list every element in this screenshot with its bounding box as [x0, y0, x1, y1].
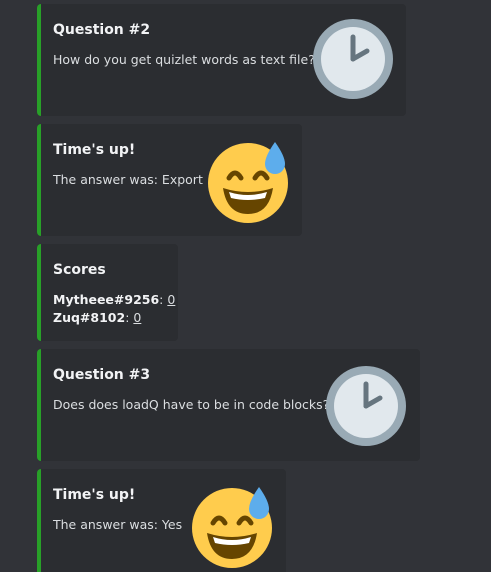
question-embed: Question #3 Does does loadQ have to be i…: [37, 349, 420, 461]
embed-title: Time's up!: [53, 487, 136, 503]
clock-icon[interactable]: [312, 18, 394, 100]
times-up-embed: Time's up! The answer was: Yes: [37, 469, 286, 572]
clock-icon[interactable]: [325, 365, 407, 447]
embed-title: Question #3: [53, 367, 151, 383]
embed-title: Time's up!: [53, 142, 136, 158]
times-up-embed: Time's up! The answer was: Export: [37, 124, 302, 236]
grinning-sweat-emoji-icon[interactable]: [191, 483, 277, 569]
embed-title: Scores: [53, 262, 106, 278]
score-value: 0: [167, 292, 176, 307]
embed-description: How do you get quizlet words as text fil…: [53, 52, 315, 67]
player-name: Mytheee#9256: [53, 292, 160, 307]
scores-list: Mytheee#9256: 0 Zuq#8102: 0: [53, 291, 175, 327]
chat-channel: Question #2 How do you get quizlet words…: [0, 0, 491, 572]
score-value: 0: [133, 310, 142, 325]
player-name: Zuq#8102: [53, 310, 126, 325]
embed-description: The answer was: Yes: [53, 517, 183, 532]
embed-description: The answer was: Export: [53, 172, 203, 187]
grinning-sweat-emoji-icon[interactable]: [207, 138, 293, 224]
score-row: Mytheee#9256: 0: [53, 291, 175, 309]
embed-title: Question #2: [53, 22, 151, 38]
question-embed: Question #2 How do you get quizlet words…: [37, 4, 406, 116]
scores-embed: Scores Mytheee#9256: 0 Zuq#8102: 0: [37, 244, 178, 341]
embed-description: Does does loadQ have to be in code block…: [53, 397, 330, 412]
score-row: Zuq#8102: 0: [53, 309, 175, 327]
